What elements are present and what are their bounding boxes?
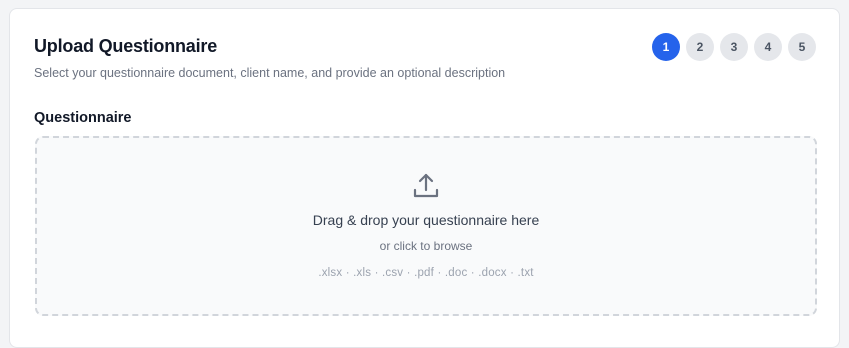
page-subtitle: Select your questionnaire document, clie…	[34, 66, 506, 80]
page-title: Upload Questionnaire	[34, 36, 218, 56]
step-2[interactable]: 2	[686, 33, 714, 61]
file-dropzone[interactable]: Drag & drop your questionnaire here or c…	[35, 136, 817, 316]
dropzone-title: Drag & drop your questionnaire here	[312, 212, 540, 228]
questionnaire-label: Questionnaire	[34, 110, 132, 126]
step-1[interactable]: 1	[652, 33, 680, 61]
step-3[interactable]: 3	[720, 33, 748, 61]
stepper: 1 2 3 4 5	[652, 33, 816, 61]
browse-link[interactable]: or click to browse	[37, 239, 815, 253]
upload-icon	[413, 173, 439, 198]
accepted-file-types: .xlsx · .xls · .csv · .pdf · .doc · .doc…	[318, 267, 534, 279]
step-4[interactable]: 4	[754, 33, 782, 61]
step-5[interactable]: 5	[788, 33, 816, 61]
upload-card: Upload Questionnaire Select your questio…	[9, 8, 840, 348]
